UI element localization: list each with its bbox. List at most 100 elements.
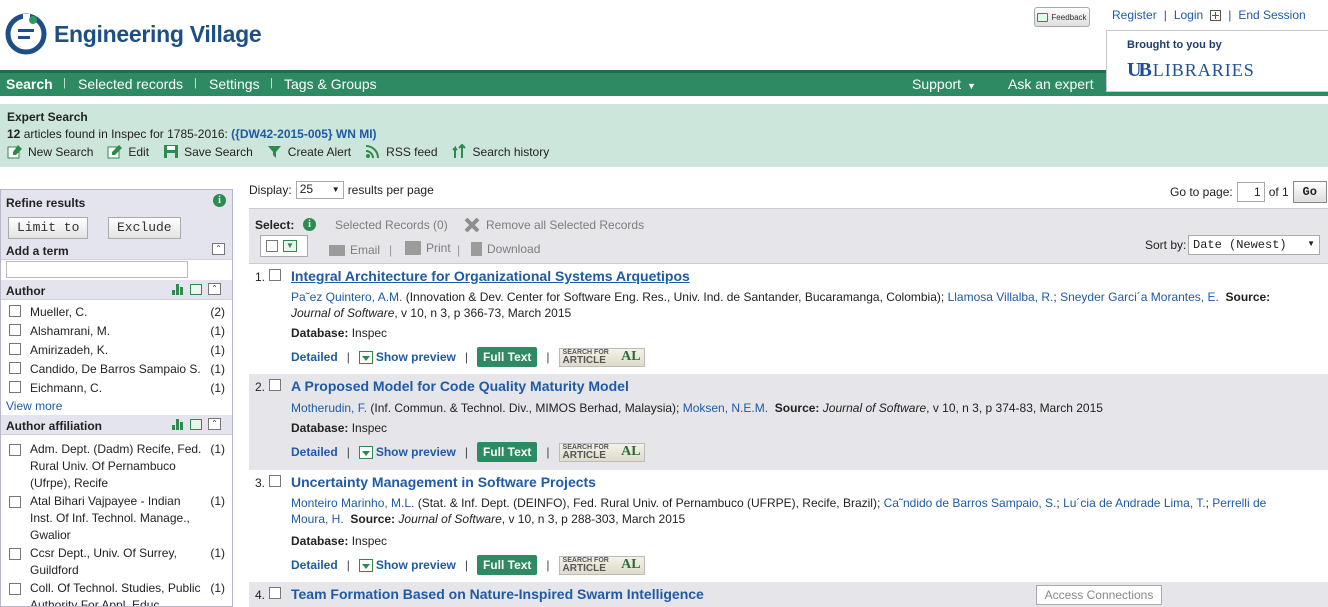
nav-support[interactable]: Support ▼ bbox=[912, 76, 976, 92]
author-link[interactable]: Moksen, N.E.M. bbox=[683, 401, 768, 415]
result-title[interactable]: Uncertainty Management in Software Proje… bbox=[291, 474, 596, 490]
facet-item[interactable]: Mueller, C. (2) bbox=[1, 302, 232, 321]
remove-all-selected[interactable]: Remove all Selected Records bbox=[463, 216, 644, 234]
select-all-control[interactable]: ▼ bbox=[260, 235, 308, 257]
facet-checkbox[interactable] bbox=[9, 548, 21, 560]
nav-ask-expert[interactable]: Ask an expert bbox=[1008, 76, 1094, 92]
facet-checkbox[interactable] bbox=[9, 583, 21, 595]
full-text-button[interactable]: Full Text bbox=[476, 442, 538, 462]
search-for-article-button[interactable]: SEARCH FOR ARTICLE AL bbox=[558, 347, 645, 367]
show-preview-link[interactable]: Show preview bbox=[358, 558, 456, 573]
detailed-link[interactable]: Detailed bbox=[291, 350, 338, 364]
author-link[interactable]: Ca˜ndido de Barros Sampaio, S. bbox=[884, 496, 1057, 510]
rss-feed-action[interactable]: RSS feed bbox=[365, 144, 438, 159]
result-title[interactable]: A Proposed Model for Code Quality Maturi… bbox=[291, 378, 629, 394]
search-for-article-button[interactable]: SEARCH FOR ARTICLE AL bbox=[558, 442, 645, 462]
info-icon[interactable]: i bbox=[213, 194, 226, 207]
facet-checkbox[interactable] bbox=[9, 305, 21, 317]
facet-item[interactable]: Adm. Dept. (Dadm) Recife, Fed. Rural Uni… bbox=[1, 441, 232, 492]
facet-label: Coll. Of Technol. Studies, Public Author… bbox=[30, 581, 201, 607]
show-preview-link[interactable]: Show preview bbox=[358, 445, 456, 460]
nav-search[interactable]: Search bbox=[6, 76, 53, 92]
result-checkbox[interactable] bbox=[269, 475, 281, 487]
view-more-link[interactable]: View more bbox=[6, 399, 62, 413]
sort-select[interactable]: Date (Newest) bbox=[1188, 235, 1320, 255]
facet-checkbox[interactable] bbox=[9, 362, 21, 374]
author-link[interactable]: Llamosa Villalba, R. bbox=[948, 290, 1054, 304]
facet-count: (1) bbox=[210, 343, 225, 357]
chart-icon[interactable] bbox=[172, 418, 184, 430]
feedback-button[interactable]: Feedback bbox=[1034, 7, 1090, 27]
author-link[interactable]: Motherudin, F. bbox=[291, 401, 367, 415]
login-link[interactable]: Login bbox=[1174, 8, 1203, 22]
save-search-action[interactable]: Save Search bbox=[163, 144, 253, 159]
ub-libraries-logo[interactable]: UB LIBRARIES bbox=[1127, 59, 1255, 82]
collapse-icon[interactable]: ⌃ bbox=[208, 418, 221, 430]
search-for-article-button[interactable]: SEARCH FOR ARTICLE AL bbox=[558, 555, 645, 575]
export-icon[interactable] bbox=[190, 418, 202, 430]
result-title[interactable]: Team Formation Based on Nature-Inspired … bbox=[291, 586, 704, 602]
download-action[interactable]: Download bbox=[471, 242, 540, 256]
nav-selected-records[interactable]: Selected records bbox=[78, 76, 183, 92]
engineering-village-logo[interactable]: Engineering Village bbox=[4, 12, 262, 56]
info-icon[interactable]: i bbox=[303, 218, 316, 231]
email-action[interactable]: Email bbox=[329, 243, 380, 257]
facet-item[interactable]: Candido, De Barros Sampaio S. (1) bbox=[1, 359, 232, 378]
go-button[interactable]: Go bbox=[1292, 181, 1327, 203]
citation: , v 10, n 3, p 374-83, March 2015 bbox=[926, 401, 1103, 415]
rss-feed-label: RSS feed bbox=[386, 144, 438, 159]
facet-item[interactable]: Coll. Of Technol. Studies, Public Author… bbox=[1, 580, 232, 607]
chart-icon[interactable] bbox=[172, 283, 184, 295]
results-per-page-select[interactable]: 25 bbox=[295, 181, 344, 199]
print-label: Print bbox=[426, 241, 451, 255]
print-action[interactable]: Print bbox=[405, 241, 451, 255]
facet-checkbox[interactable] bbox=[9, 343, 21, 355]
exclude-button[interactable]: Exclude bbox=[108, 217, 181, 239]
nav-tags-groups[interactable]: Tags & Groups bbox=[284, 76, 377, 92]
author-link[interactable]: Pa˜ez Quintero, A.M. bbox=[291, 290, 402, 304]
facet-checkbox[interactable] bbox=[9, 324, 21, 336]
end-session-link[interactable]: End Session bbox=[1238, 8, 1305, 22]
login-expand-icon[interactable] bbox=[1210, 9, 1222, 21]
author-link[interactable]: Monteiro Marinho, M.L. bbox=[291, 496, 414, 510]
show-preview-link[interactable]: Show preview bbox=[358, 350, 456, 365]
collapse-icon[interactable]: ⌃ bbox=[208, 283, 221, 295]
collapse-icon[interactable]: ⌃ bbox=[212, 243, 225, 255]
select-all-checkbox[interactable] bbox=[266, 240, 278, 252]
edit-action[interactable]: Edit bbox=[107, 144, 149, 159]
limit-to-button[interactable]: Limit to bbox=[8, 217, 89, 239]
facet-label: Amirizadeh, K. bbox=[30, 343, 109, 357]
result-title[interactable]: Integral Architecture for Organizational… bbox=[291, 268, 690, 284]
search-query-link[interactable]: ({DW42-2015-005} WN MI) bbox=[231, 127, 376, 141]
facet-item[interactable]: Alshamrani, M. (1) bbox=[1, 321, 232, 340]
register-link[interactable]: Register bbox=[1112, 8, 1157, 22]
author-link[interactable]: Lu´cia de Andrade Lima, T. bbox=[1063, 496, 1206, 510]
separator: | bbox=[346, 558, 350, 572]
result-checkbox[interactable] bbox=[269, 587, 281, 599]
facet-item[interactable]: Ccsr Dept., Univ. Of Surrey, Guildford (1… bbox=[1, 545, 232, 579]
full-text-button[interactable]: Full Text bbox=[476, 555, 538, 575]
search-history-action[interactable]: Search history bbox=[451, 144, 549, 159]
facet-checkbox[interactable] bbox=[9, 496, 21, 508]
detailed-link[interactable]: Detailed bbox=[291, 445, 338, 459]
result-checkbox[interactable] bbox=[269, 379, 281, 391]
new-search-action[interactable]: New Search bbox=[7, 144, 93, 159]
create-alert-action[interactable]: Create Alert bbox=[267, 144, 351, 159]
facet-item[interactable]: Atal Bihari Vajpayee - Indian Inst. Of I… bbox=[1, 493, 232, 544]
facet-item[interactable]: Eichmann, C. (1) bbox=[1, 378, 232, 397]
nav-settings[interactable]: Settings bbox=[209, 76, 260, 92]
facet-item[interactable]: Amirizadeh, K. (1) bbox=[1, 340, 232, 359]
facet-checkbox[interactable] bbox=[9, 444, 21, 456]
page-number-input[interactable]: 1 bbox=[1236, 182, 1265, 202]
detailed-link[interactable]: Detailed bbox=[291, 558, 338, 572]
result-record: 4. Team Formation Based on Nature-Inspir… bbox=[249, 582, 1328, 607]
result-checkbox[interactable] bbox=[269, 269, 281, 281]
facet-checkbox[interactable] bbox=[9, 381, 21, 393]
selected-records-link[interactable]: Selected Records (0) bbox=[335, 218, 448, 232]
history-icon bbox=[451, 144, 466, 158]
select-dropdown-icon[interactable]: ▼ bbox=[283, 240, 297, 252]
add-term-input[interactable] bbox=[6, 261, 188, 278]
author-link[interactable]: Sneyder Garci´a Morantes, E. bbox=[1060, 290, 1219, 304]
full-text-button[interactable]: Full Text bbox=[476, 347, 538, 367]
export-icon[interactable] bbox=[190, 283, 202, 295]
